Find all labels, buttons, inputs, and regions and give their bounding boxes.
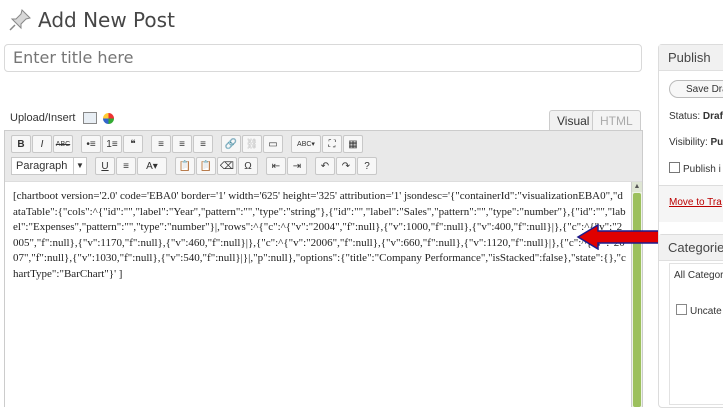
format-select[interactable]: Paragraph ▼	[11, 157, 87, 175]
editor-toolbar: B I ABC •≡ 1≡ ❝ ≡ ≡ ≡ 🔗 ⛓ ▭ ABC▾ ⛶ ▦ Par…	[5, 131, 642, 182]
redo-button[interactable]: ↷	[336, 157, 356, 175]
upload-insert-label: Upload/Insert	[10, 112, 75, 124]
calendar-icon	[669, 162, 680, 173]
numbered-list-button[interactable]: 1≡	[102, 135, 122, 153]
save-draft-button[interactable]: Save Dra	[669, 80, 723, 98]
visibility-value: Pul	[711, 137, 723, 148]
categories-heading: Categories	[659, 235, 723, 261]
toolbar-row-2: Paragraph ▼ U ≡ A▾ 📋 📋 ⌫ Ω ⇤ ⇥ ↶ ↷ ?	[11, 157, 377, 175]
italic-button[interactable]: I	[32, 135, 52, 153]
tab-all-categories[interactable]: All Categor	[674, 270, 723, 281]
category-checkbox[interactable]	[676, 304, 687, 315]
insert-link-button[interactable]: 🔗	[221, 135, 241, 153]
page-title: Add New Post	[38, 8, 175, 32]
category-item[interactable]: Uncate	[676, 304, 722, 317]
clear-formatting-button[interactable]: ⌫	[217, 157, 237, 175]
post-editor: B I ABC •≡ 1≡ ❝ ≡ ≡ ≡ 🔗 ⛓ ▭ ABC▾ ⛶ ▦ Par…	[4, 130, 643, 407]
format-select-value: Paragraph	[16, 160, 67, 172]
status-value: Draf	[703, 111, 723, 122]
status-label: Status:	[669, 111, 700, 122]
publish-label: Publish i	[683, 164, 721, 175]
visibility-label: Visibility:	[669, 137, 708, 148]
editor-content[interactable]: [chartboot version='2.0' code='EBA0' bor…	[13, 189, 627, 282]
text-color-button[interactable]: A▾	[137, 157, 167, 175]
justify-button[interactable]: ≡	[116, 157, 136, 175]
move-to-trash-link[interactable]: Move to Tra	[669, 197, 722, 208]
outdent-button[interactable]: ⇤	[266, 157, 286, 175]
indent-button[interactable]: ⇥	[287, 157, 307, 175]
add-media-icon[interactable]	[103, 113, 114, 124]
blockquote-button[interactable]: ❝	[123, 135, 143, 153]
spellcheck-button[interactable]: ABC▾	[291, 135, 321, 153]
bold-button[interactable]: B	[11, 135, 31, 153]
underline-button[interactable]: U	[95, 157, 115, 175]
pushpin-icon	[8, 8, 32, 32]
publish-box: Publish Save Dra Status: Draf Visibility…	[658, 44, 723, 248]
strikethrough-button[interactable]: ABC	[53, 135, 73, 153]
help-button[interactable]: ?	[357, 157, 377, 175]
post-visibility: Visibility: Pul	[669, 137, 723, 148]
align-center-button[interactable]: ≡	[172, 135, 192, 153]
category-label: Uncate	[690, 306, 722, 317]
editor-scrollbar[interactable]: ▲	[631, 182, 642, 407]
publish-schedule: Publish i	[669, 162, 721, 175]
fullscreen-button[interactable]: ⛶	[322, 135, 342, 153]
align-right-button[interactable]: ≡	[193, 135, 213, 153]
publish-box-heading: Publish	[659, 45, 723, 71]
upload-insert[interactable]: Upload/Insert	[10, 112, 114, 124]
insert-more-button[interactable]: ▭	[263, 135, 283, 153]
tab-html[interactable]: HTML	[592, 110, 641, 131]
undo-button[interactable]: ↶	[315, 157, 335, 175]
align-left-button[interactable]: ≡	[151, 135, 171, 153]
paste-word-button[interactable]: 📋	[196, 157, 216, 175]
categories-panel: All Categor Uncate	[669, 263, 723, 405]
unlink-button[interactable]: ⛓	[242, 135, 262, 153]
add-image-icon[interactable]	[83, 112, 97, 124]
paste-text-button[interactable]: 📋	[175, 157, 195, 175]
bullet-list-button[interactable]: •≡	[81, 135, 101, 153]
kitchen-sink-button[interactable]: ▦	[343, 135, 363, 153]
chevron-down-icon: ▼	[73, 158, 86, 174]
categories-box: Categories All Categor Uncate	[658, 234, 723, 408]
post-title-input[interactable]	[4, 44, 642, 72]
tab-visual[interactable]: Visual	[549, 110, 597, 131]
scroll-up-icon[interactable]: ▲	[632, 182, 642, 192]
special-character-button[interactable]: Ω	[238, 157, 258, 175]
toolbar-row-1: B I ABC •≡ 1≡ ❝ ≡ ≡ ≡ 🔗 ⛓ ▭ ABC▾ ⛶ ▦	[11, 135, 363, 153]
post-status: Status: Draf	[669, 111, 723, 122]
